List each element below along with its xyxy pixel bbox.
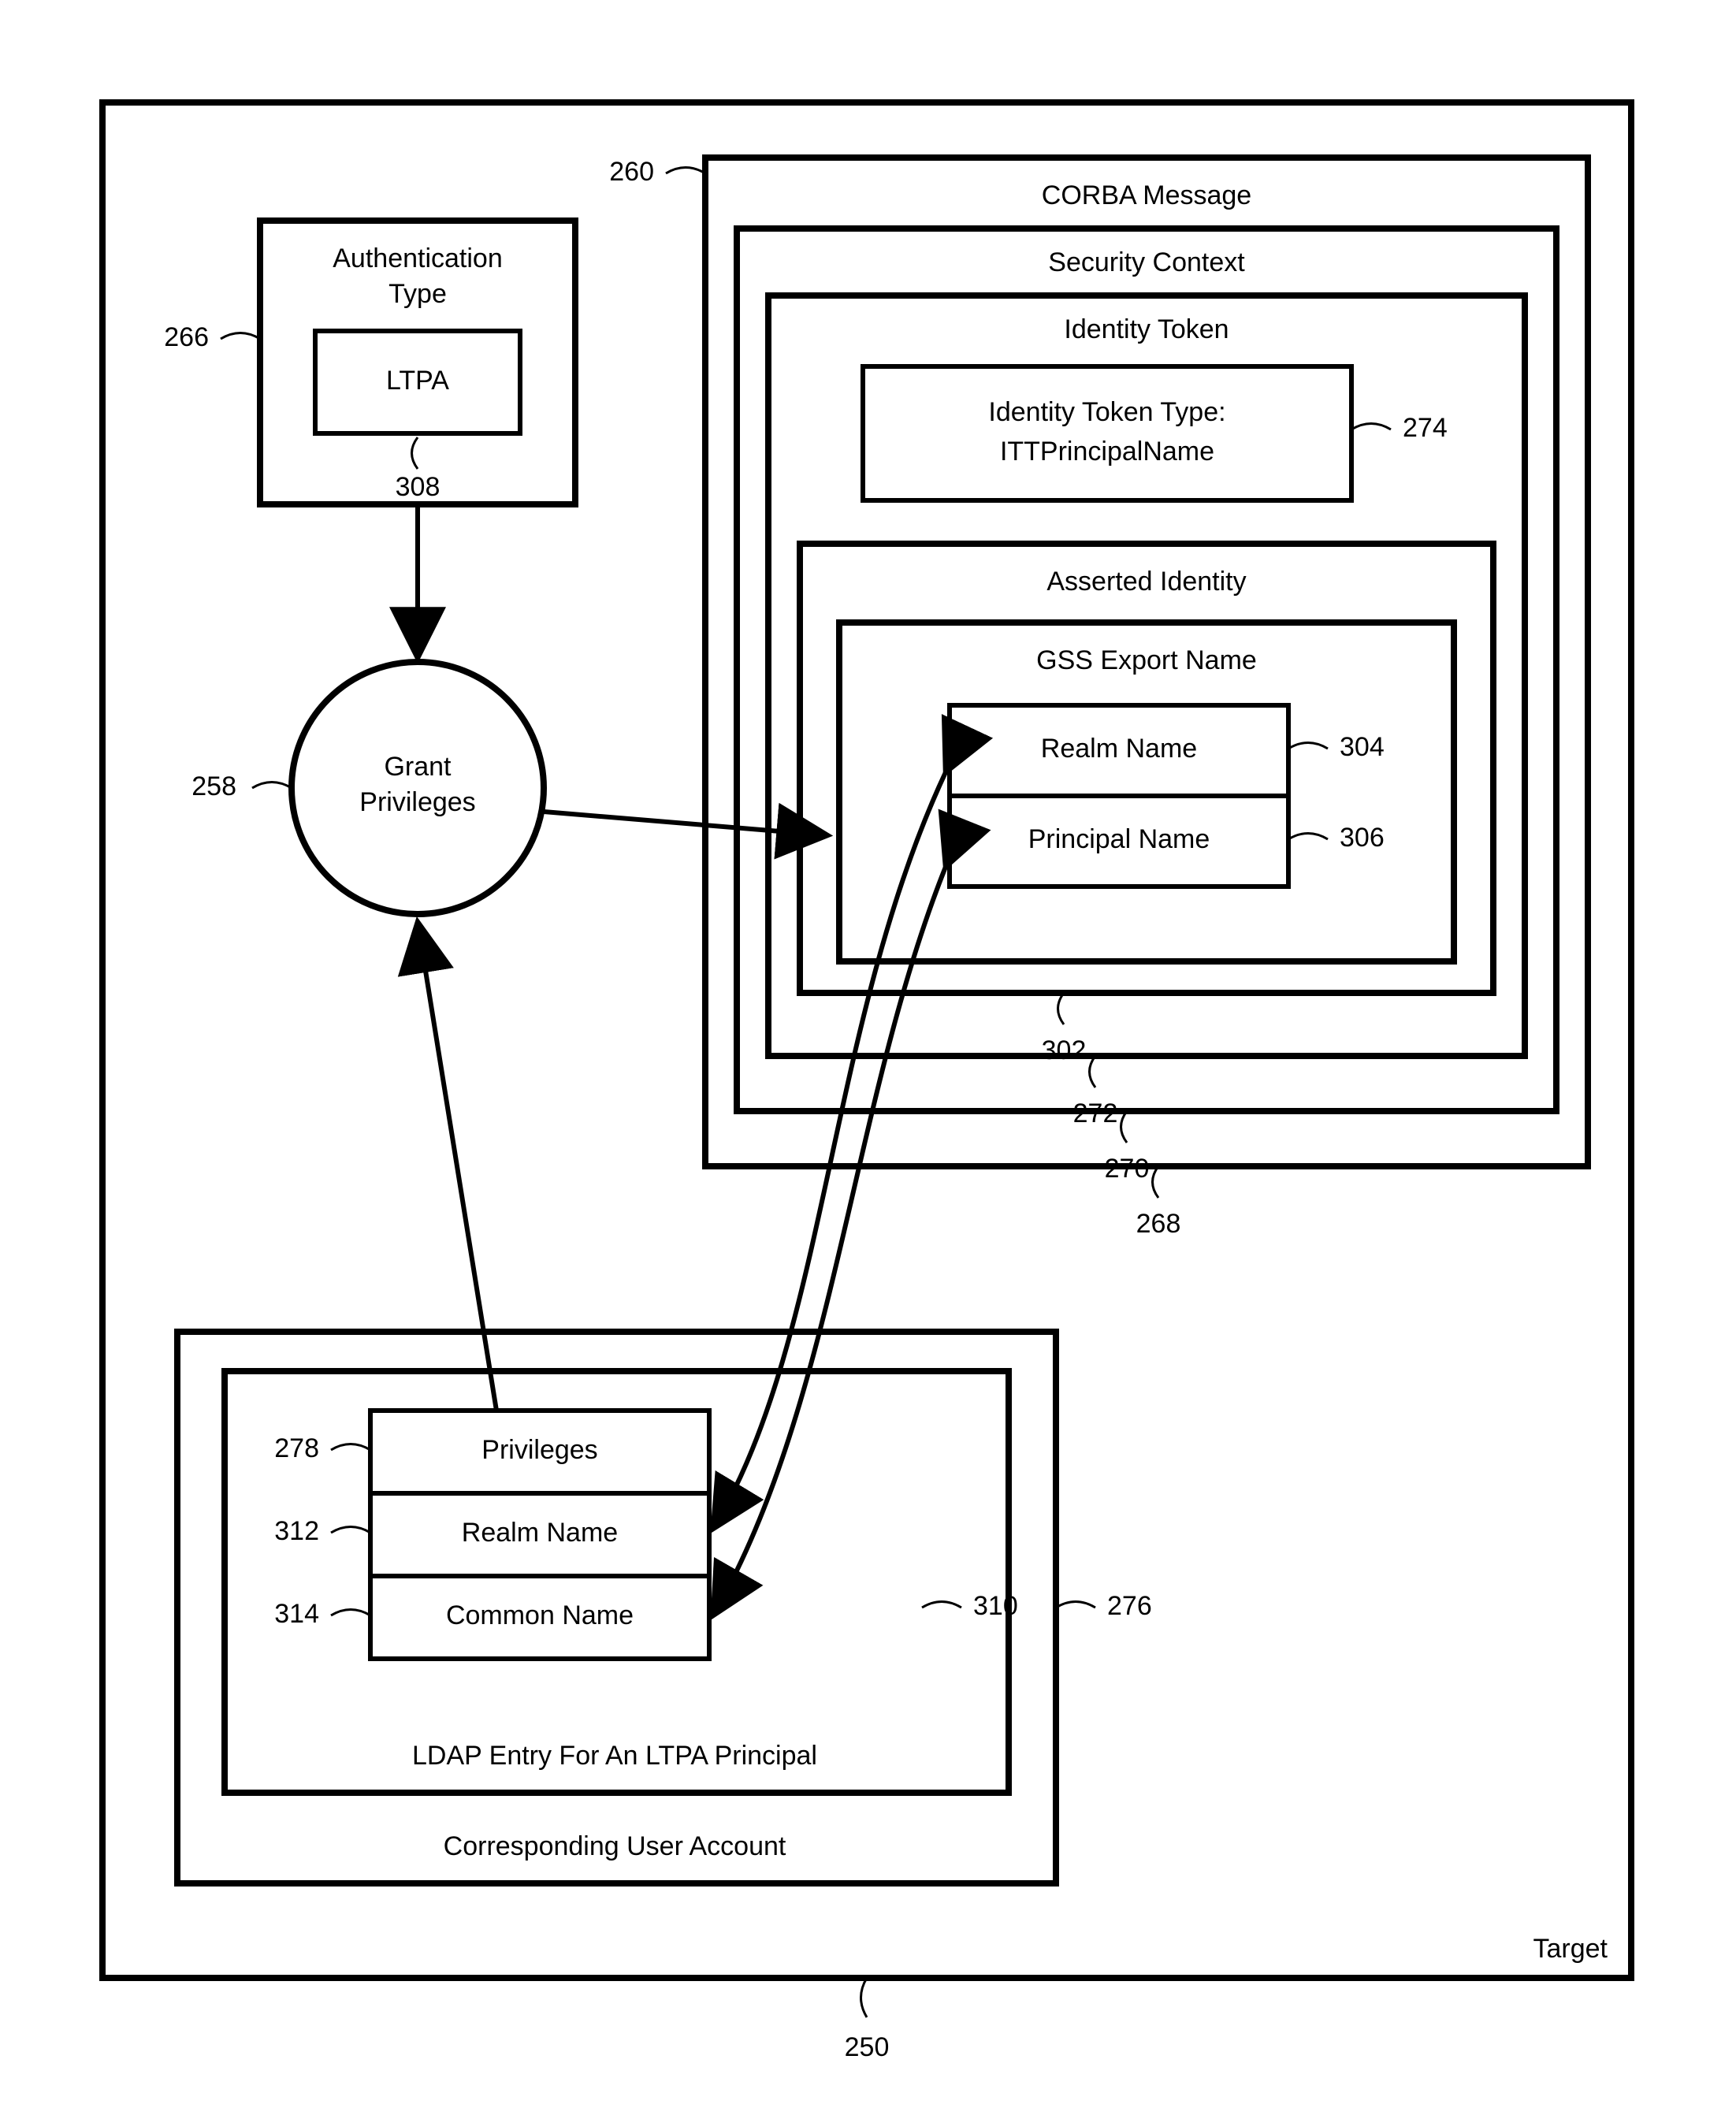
idtype-line2: ITTPrincipalName (1000, 437, 1214, 467)
arrow-priv-to-grant (418, 922, 496, 1411)
auth-type-val-ref: 308 (396, 472, 441, 502)
arrow-realm-link (713, 772, 946, 1529)
idtoken-title: Identity Token (1064, 314, 1229, 344)
acct-priv-ref: 278 (274, 1433, 319, 1463)
corba-title: CORBA Message (1042, 180, 1251, 210)
auth-type-group: Authentication Type LTPA 308 266 (164, 221, 575, 504)
target-ref: 250 (845, 2032, 890, 2062)
acct-common: Common Name (446, 1600, 634, 1630)
asserted-ref: 302 (1042, 1035, 1087, 1065)
idtoken-ref: 272 (1073, 1098, 1118, 1128)
auth-type-box-ref: 266 (164, 322, 209, 352)
svg-text:Privileges: Privileges (359, 787, 475, 817)
ldap-ref: 310 (973, 1591, 1018, 1621)
auth-type-title-1: Authentication (333, 243, 503, 273)
asserted-title: Asserted Identity (1046, 567, 1246, 597)
target-label: Target (1533, 1934, 1608, 1964)
acct-realm: Realm Name (462, 1518, 618, 1548)
corba-ref: 268 (1136, 1209, 1181, 1239)
acct-priv: Privileges (481, 1435, 597, 1465)
auth-type-value: LTPA (386, 366, 449, 396)
secctx-ref: 270 (1105, 1154, 1150, 1184)
grant-privileges-node: Grant Privileges 258 (191, 662, 544, 914)
gss-principal-ref: 306 (1340, 823, 1385, 853)
gss-realm-ref: 304 (1340, 732, 1385, 762)
ldap-title: LDAP Entry For An LTPA Principal (412, 1741, 817, 1771)
acct-common-ref: 314 (274, 1599, 319, 1629)
idtype-ref: 274 (1403, 413, 1448, 443)
acct-realm-ref: 312 (274, 1516, 319, 1546)
arrow-grant-to-gss (544, 812, 827, 835)
user-account-group: Corresponding User Account 276 LDAP Entr… (177, 1332, 1152, 1883)
svg-text:Grant: Grant (384, 752, 452, 782)
diagram-root: Target 250 Authentication Type LTPA 308 … (0, 0, 1736, 2104)
secctx-title: Security Context (1048, 247, 1245, 277)
gss-realm: Realm Name (1041, 734, 1197, 764)
gss-principal: Principal Name (1028, 824, 1210, 854)
corba-title-ref: 260 (609, 157, 654, 187)
auth-type-title-2: Type (388, 279, 447, 309)
user-account-title: Corresponding User Account (444, 1831, 786, 1861)
grant-ref: 258 (191, 771, 236, 801)
corba-message-group: 260 CORBA Message 268 Security Context 2… (609, 157, 1588, 1239)
idtype-line1: Identity Token Type: (988, 397, 1225, 427)
gss-title: GSS Export Name (1036, 645, 1257, 675)
target-box (102, 102, 1631, 1978)
user-account-ref: 276 (1107, 1591, 1152, 1621)
arrow-common-link (713, 867, 946, 1615)
